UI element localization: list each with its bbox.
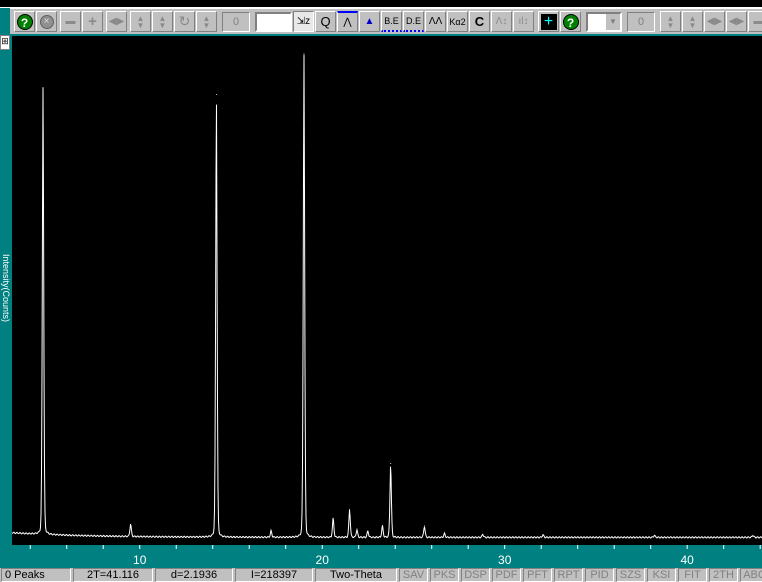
d-spacing-readout: d=2.1936 bbox=[155, 568, 233, 582]
peak-point bbox=[367, 530, 369, 532]
series-line bbox=[12, 54, 762, 539]
pan-left-right-icon[interactable]: ◀▶ bbox=[704, 11, 725, 32]
toolbar: ? × ▬ + ◀▶ ▲ ▼ ▲ ▼ ↻ ▲ ▼ 0 ⇲z Q ⋀ ▲ B.E D.E… bbox=[10, 8, 762, 34]
peak-point bbox=[443, 533, 445, 535]
pdf-button[interactable]: PDF bbox=[492, 568, 521, 582]
peak-point bbox=[215, 94, 217, 96]
text-input[interactable] bbox=[255, 11, 292, 32]
filled-peaks-icon[interactable]: ▲ bbox=[359, 11, 380, 32]
x-tick-label: 10 bbox=[133, 553, 147, 567]
diffraction-plot[interactable] bbox=[12, 36, 762, 545]
y-axis-label: Intensity(Counts) bbox=[1, 253, 11, 323]
two-theta-readout: 2T=41.116 bbox=[73, 568, 153, 582]
fit-button[interactable]: FIT bbox=[678, 568, 707, 582]
peak-point bbox=[303, 53, 305, 55]
szs-button[interactable]: SZS bbox=[616, 568, 645, 582]
peak-point bbox=[482, 533, 484, 535]
peak-point bbox=[752, 534, 754, 536]
peak-point bbox=[381, 525, 383, 527]
peaks-count: 0 Peaks bbox=[1, 568, 71, 582]
abc-button[interactable]: ABC bbox=[740, 568, 762, 582]
calibrate-icon[interactable]: C bbox=[469, 11, 490, 32]
shift-left-right-icon[interactable]: ◀▶ bbox=[726, 11, 747, 32]
status-bar: 0 Peaks 2T=41.116 d=2.1936 I=218397 Two-… bbox=[0, 568, 762, 582]
background-edit-icon[interactable]: B.E bbox=[381, 11, 402, 32]
peak-point bbox=[349, 508, 351, 510]
chevron-down-icon[interactable]: ▼ bbox=[606, 13, 620, 30]
scroll-vertical-icon[interactable]: ▲ ▼ bbox=[196, 11, 217, 32]
crosshair-icon[interactable]: + bbox=[538, 11, 559, 32]
scale-up-down-icon[interactable]: ▲ ▼ bbox=[682, 11, 703, 32]
x-tick-label: 30 bbox=[498, 553, 512, 567]
pid-button[interactable]: PID bbox=[585, 568, 614, 582]
peak-point bbox=[390, 463, 392, 465]
pane-toggle-button[interactable]: ⊞ bbox=[0, 35, 10, 50]
peak-point bbox=[356, 529, 358, 531]
sav-button[interactable]: SAV bbox=[399, 568, 428, 582]
rpt-button[interactable]: RPT bbox=[554, 568, 583, 582]
scroll-up-down-icon[interactable]: ▲ ▼ bbox=[660, 11, 681, 32]
help2-label: ? bbox=[562, 13, 579, 30]
2th-button[interactable]: 2TH bbox=[709, 568, 738, 582]
pft-button[interactable]: PFT bbox=[523, 568, 552, 582]
axis-mode[interactable]: Two-Theta bbox=[315, 568, 397, 582]
peak-marker-icon[interactable]: ⋀ bbox=[337, 11, 358, 32]
ksi-button[interactable]: KSI bbox=[647, 568, 676, 582]
intensity-readout: I=218397 bbox=[235, 568, 313, 582]
more-icon[interactable]: ▬ bbox=[748, 11, 762, 32]
scale-vertical-icon[interactable]: ▲ ▼ bbox=[152, 11, 173, 32]
peak-point bbox=[542, 534, 544, 536]
peak-point bbox=[130, 524, 132, 526]
peak-point bbox=[332, 517, 334, 519]
peak-search-icon[interactable]: ΛΛ bbox=[425, 11, 446, 32]
refresh-icon[interactable]: ↻ bbox=[174, 11, 195, 32]
dropdown-select[interactable]: ▼ bbox=[586, 11, 622, 32]
help2-icon[interactable]: ? bbox=[560, 11, 581, 32]
pan-horizontal-icon[interactable]: ◀▶ bbox=[106, 11, 127, 32]
zoom-in-icon[interactable]: + bbox=[82, 11, 103, 32]
overview-strip bbox=[0, 0, 762, 8]
magnify-icon[interactable]: Q bbox=[315, 11, 336, 32]
peak-point bbox=[653, 534, 655, 536]
data-edit-icon[interactable]: D.E bbox=[403, 11, 424, 32]
select-zoom-icon[interactable]: ⇲z bbox=[293, 11, 314, 32]
crosshair-label: + bbox=[540, 13, 557, 30]
bar-height-icon[interactable]: ıl↕ bbox=[513, 11, 534, 32]
counter-field[interactable]: 0 bbox=[222, 11, 250, 32]
stop-icon[interactable]: × bbox=[36, 11, 57, 32]
dsp-button[interactable]: DSP bbox=[461, 568, 490, 582]
counter2-field[interactable]: 0 bbox=[627, 11, 655, 32]
peak-point bbox=[423, 525, 425, 527]
x-tick-label: 20 bbox=[316, 553, 330, 567]
peak-point bbox=[270, 530, 272, 532]
peak-height-icon[interactable]: Λ↕ bbox=[491, 11, 512, 32]
x-axis: 10 20 30 40 bbox=[29, 545, 761, 567]
peak-point bbox=[42, 88, 44, 90]
help-icon[interactable]: ? bbox=[14, 11, 35, 32]
ka2-strip-icon[interactable]: Kα2 bbox=[447, 11, 468, 32]
x-tick-label: 40 bbox=[681, 553, 695, 567]
zoom-out-icon[interactable]: ▬ bbox=[60, 11, 81, 32]
expand-vertical-icon[interactable]: ▲ ▼ bbox=[130, 11, 151, 32]
pks-button[interactable]: PKS bbox=[430, 568, 459, 582]
